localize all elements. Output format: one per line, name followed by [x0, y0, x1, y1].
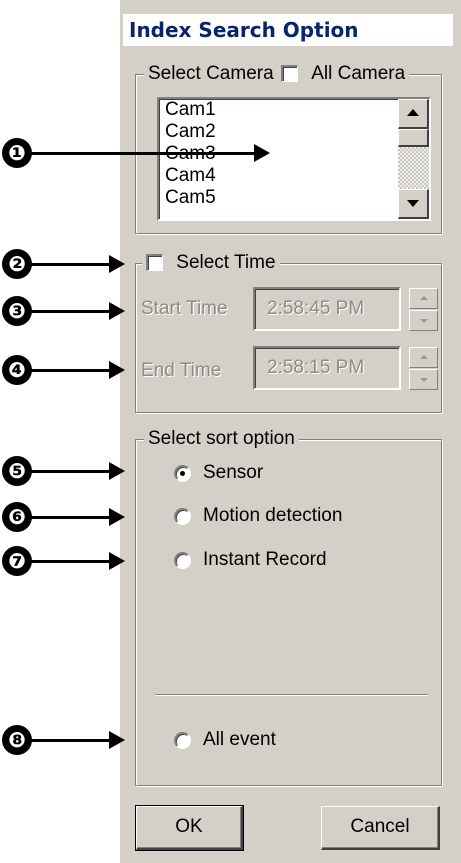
time-group: [135, 263, 442, 413]
scroll-up-button[interactable]: [398, 99, 429, 129]
dialog-title: Index Search Option: [123, 14, 453, 46]
callout-line-1: [30, 152, 255, 155]
spin-down-icon: [420, 378, 428, 382]
instant-record-radio[interactable]: [174, 551, 191, 569]
callout-arrow-8: [109, 731, 125, 749]
select-time-label[interactable]: Select Time: [176, 252, 275, 273]
start-time-field[interactable]: 2:58:45 PM: [253, 287, 401, 331]
scroll-down-button[interactable]: [398, 189, 429, 219]
spin-down-button[interactable]: [409, 369, 438, 390]
sensor-label[interactable]: Sensor: [203, 462, 263, 484]
callout-badge-2: ❷: [2, 249, 32, 279]
callout-arrow-7: [109, 552, 125, 570]
callout-arrow-4: [109, 361, 125, 379]
callout-badge-4: ❹: [2, 355, 32, 385]
spin-up-icon: [420, 355, 428, 359]
callout-arrow-1: [254, 144, 270, 162]
sensor-option[interactable]: Sensor: [174, 462, 263, 484]
select-camera-label: Select Camera: [148, 63, 274, 84]
ok-button[interactable]: OK: [135, 805, 244, 851]
sort-group-legend: Select sort option: [144, 428, 299, 450]
camera-group-legend: Select Camera All Camera: [144, 63, 410, 85]
callout-badge-5: ❺: [2, 456, 32, 486]
end-time-spinner[interactable]: [409, 347, 438, 391]
callout-arrow-6: [109, 508, 125, 526]
callout-badge-8: ❽: [2, 725, 32, 755]
scroll-track[interactable]: [398, 147, 429, 189]
callout-badge-6: ❻: [2, 502, 32, 532]
sort-separator: [155, 694, 428, 696]
callout-line-2: [30, 263, 110, 266]
spin-up-icon: [420, 296, 428, 300]
callout-line-7: [30, 560, 110, 563]
all-event-label[interactable]: All event: [203, 729, 276, 751]
end-time-label: End Time: [141, 360, 222, 381]
camera-list-item[interactable]: Cam4: [159, 165, 429, 187]
all-camera-checkbox[interactable]: [280, 65, 298, 83]
callout-arrow-3: [109, 302, 125, 320]
callout-arrow-5: [109, 462, 125, 480]
end-time-field[interactable]: 2:58:15 PM: [253, 346, 401, 390]
instant-record-option[interactable]: Instant Record: [174, 549, 327, 571]
all-event-radio[interactable]: [174, 731, 191, 749]
camera-list-item[interactable]: Cam5: [159, 187, 429, 209]
motion-detection-option[interactable]: Motion detection: [174, 505, 342, 527]
start-time-spinner[interactable]: [409, 288, 438, 332]
callout-badge-3: ❸: [2, 296, 32, 326]
triangle-up-icon: [407, 109, 419, 116]
callout-badge-7: ❼: [2, 546, 32, 576]
camera-listbox[interactable]: Cam1 Cam2 Cam3 Cam4 Cam5: [157, 97, 431, 221]
scroll-thumb[interactable]: [398, 129, 429, 147]
spin-down-button[interactable]: [409, 310, 438, 331]
instant-record-label[interactable]: Instant Record: [203, 549, 327, 571]
callout-line-5: [30, 470, 110, 473]
spin-up-button[interactable]: [409, 288, 438, 309]
motion-detection-label[interactable]: Motion detection: [203, 505, 342, 527]
spin-down-icon: [420, 319, 428, 323]
callout-line-3: [30, 310, 110, 313]
camera-list-item[interactable]: Cam1: [159, 99, 429, 121]
time-group-legend: Select Time: [142, 252, 280, 274]
callout-line-8: [30, 739, 110, 742]
select-time-checkbox[interactable]: [146, 254, 163, 272]
cancel-button[interactable]: Cancel: [321, 806, 440, 850]
camera-list-item[interactable]: Cam2: [159, 121, 429, 143]
callout-line-6: [30, 516, 110, 519]
all-camera-label[interactable]: All Camera: [311, 63, 405, 84]
motion-detection-radio[interactable]: [174, 507, 191, 525]
camera-list-scrollbar[interactable]: [398, 99, 429, 219]
sensor-radio[interactable]: [174, 464, 191, 482]
callout-arrow-2: [109, 255, 125, 273]
all-event-option[interactable]: All event: [174, 729, 276, 751]
triangle-down-icon: [407, 200, 419, 207]
callout-line-4: [30, 369, 110, 372]
spin-up-button[interactable]: [409, 347, 438, 368]
callout-badge-1: ❶: [2, 138, 32, 168]
start-time-label: Start Time: [141, 298, 228, 319]
